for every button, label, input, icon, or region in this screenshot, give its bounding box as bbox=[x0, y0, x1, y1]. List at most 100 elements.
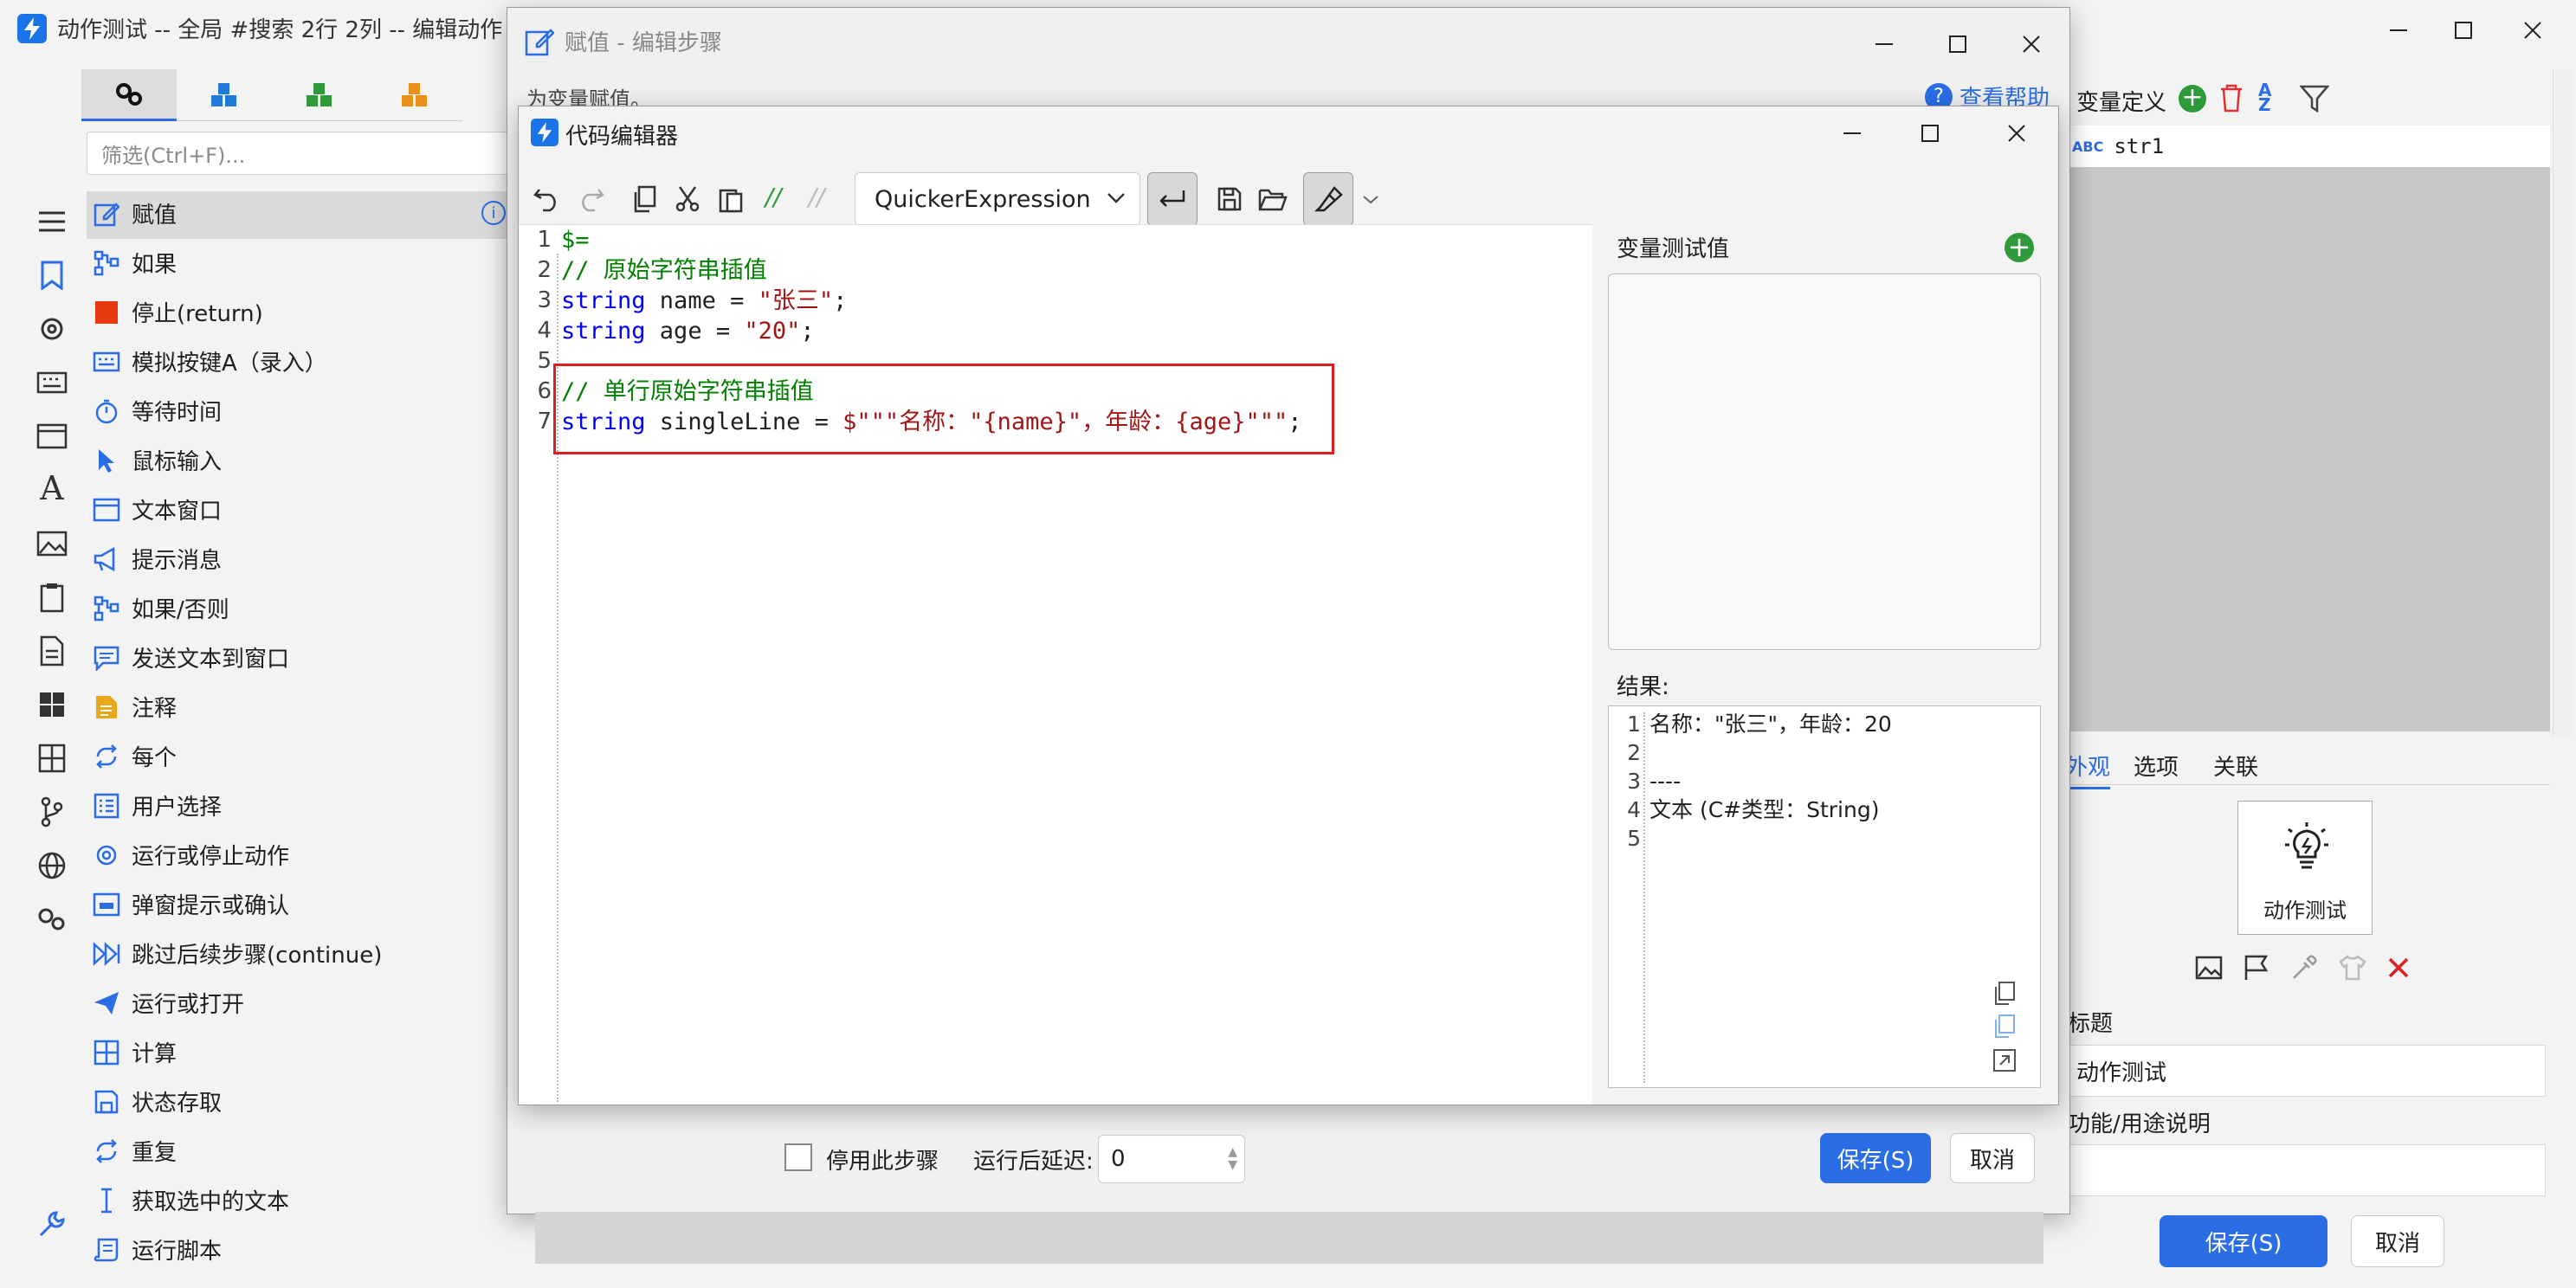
line-number: 3 bbox=[537, 287, 552, 313]
test-values-box[interactable] bbox=[1608, 274, 2041, 650]
editor-maximize-button[interactable] bbox=[1904, 110, 1956, 157]
cubes-blue-tab[interactable] bbox=[177, 69, 272, 121]
step-item[interactable]: 重复 bbox=[92, 1126, 507, 1175]
step-item[interactable]: 每个 bbox=[92, 731, 507, 781]
language-select[interactable]: QuickerExpression bbox=[855, 172, 1140, 226]
redo-icon[interactable] bbox=[569, 172, 612, 226]
skip-icon bbox=[92, 939, 121, 969]
step-item[interactable]: 弹窗提示或确认 bbox=[92, 879, 507, 929]
gears-tab[interactable] bbox=[81, 69, 177, 121]
save-file-icon[interactable] bbox=[1208, 172, 1251, 226]
add-var-icon[interactable]: + bbox=[2179, 85, 2206, 113]
open-folder-icon[interactable] bbox=[1251, 172, 1294, 226]
clear-icon[interactable] bbox=[2386, 956, 2411, 980]
color-picker-icon[interactable] bbox=[2290, 954, 2318, 982]
step-item-label: 计算 bbox=[132, 1041, 178, 1067]
var-row[interactable]: ABC str1 bbox=[2065, 126, 2550, 167]
editor-close-button[interactable] bbox=[1991, 110, 2043, 157]
copy-result-icon[interactable] bbox=[1992, 981, 2017, 1007]
step-minimize-button[interactable] bbox=[1858, 20, 1910, 68]
image-picker-icon[interactable] bbox=[2195, 956, 2223, 980]
tab-association[interactable]: 关联 bbox=[2213, 750, 2258, 782]
step-item-label: 状态存取 bbox=[132, 1091, 223, 1117]
copy-alt-icon[interactable] bbox=[1992, 1014, 2017, 1040]
main-save-button[interactable]: 保存(S) bbox=[2160, 1215, 2327, 1267]
word-wrap-toggle[interactable] bbox=[1147, 172, 1198, 226]
toolbox-tabs bbox=[81, 69, 462, 121]
step-item-label: 文本窗口 bbox=[132, 499, 223, 525]
note-icon bbox=[92, 692, 121, 722]
step-item[interactable]: 运行或停止动作 bbox=[92, 830, 507, 879]
more-chevron-icon[interactable] bbox=[1362, 193, 1379, 205]
cubes-orange-tab[interactable] bbox=[367, 69, 462, 121]
code-token: "20" bbox=[744, 318, 801, 345]
delete-var-icon[interactable] bbox=[2218, 83, 2244, 113]
step-save-button[interactable]: 保存(S) bbox=[1820, 1133, 1931, 1183]
main-window-title: 动作测试 -- 全局 #搜索 2行 2列 -- 编辑动作 bbox=[57, 17, 503, 43]
step-item[interactable]: 提示消息 bbox=[92, 534, 507, 583]
code-token: age = bbox=[645, 318, 745, 345]
disable-step-checkbox[interactable] bbox=[784, 1143, 812, 1171]
flag-icon[interactable] bbox=[2243, 954, 2270, 982]
info-icon[interactable]: i bbox=[481, 201, 506, 225]
uncomment-button[interactable]: // bbox=[797, 183, 836, 211]
desc-input[interactable] bbox=[2065, 1144, 2546, 1196]
step-item[interactable]: 发送文本到窗口 bbox=[92, 633, 507, 682]
step-item[interactable]: 运行或打开 bbox=[92, 978, 507, 1027]
step-item[interactable]: 鼠标输入 bbox=[92, 435, 507, 485]
result-gutter-divider bbox=[1643, 712, 1645, 1083]
result-box[interactable] bbox=[1608, 705, 2041, 1088]
sort-az-icon[interactable]: AZ bbox=[2258, 81, 2271, 113]
step-item[interactable]: 获取选中的文本 bbox=[92, 1175, 507, 1225]
step-item[interactable]: 如果 bbox=[92, 238, 507, 287]
undo-icon[interactable] bbox=[526, 172, 569, 226]
var-panel-title: 变量定义 bbox=[2076, 90, 2167, 116]
step-item[interactable]: 用户选择 bbox=[92, 781, 507, 830]
step-item[interactable]: 注释 bbox=[92, 682, 507, 731]
step-item[interactable]: 停止(return) bbox=[92, 287, 507, 337]
delay-input[interactable]: 0 ▲ ▼ bbox=[1098, 1135, 1245, 1183]
line-number: 6 bbox=[537, 378, 552, 404]
step-cancel-button[interactable]: 取消 bbox=[1950, 1133, 2035, 1183]
window-icon bbox=[92, 495, 121, 525]
main-maximize-button[interactable] bbox=[2437, 9, 2489, 52]
title-input[interactable]: 动作测试 bbox=[2065, 1045, 2546, 1097]
timer-icon bbox=[92, 396, 121, 426]
editor-minimize-button[interactable] bbox=[1826, 110, 1878, 157]
step-close-button[interactable] bbox=[2005, 20, 2057, 68]
tab-options[interactable]: 选项 bbox=[2134, 750, 2179, 782]
code-token: singleLine = bbox=[645, 409, 843, 435]
step-item[interactable]: 跳过后续步骤(continue) bbox=[92, 929, 507, 978]
step-item[interactable]: 赋值 bbox=[92, 189, 507, 238]
cubes-green-tab[interactable] bbox=[272, 69, 367, 121]
step-item-label: 鼠标输入 bbox=[132, 449, 223, 475]
var-scrollbar[interactable] bbox=[2553, 69, 2572, 736]
paste-icon[interactable] bbox=[709, 172, 752, 226]
spin-arrows-icon[interactable]: ▲ ▼ bbox=[1228, 1146, 1237, 1172]
main-minimize-button[interactable] bbox=[2373, 9, 2424, 52]
highlight-toggle[interactable] bbox=[1303, 172, 1353, 226]
step-maximize-button[interactable] bbox=[1932, 20, 1984, 68]
add-test-value-icon[interactable]: + bbox=[2005, 233, 2034, 262]
step-item[interactable]: 运行脚本 bbox=[92, 1225, 507, 1274]
step-item[interactable]: 模拟按键A（录入） bbox=[92, 337, 507, 386]
code-token: string bbox=[561, 409, 646, 435]
comment-button[interactable]: // bbox=[754, 183, 792, 211]
cut-icon[interactable] bbox=[666, 172, 709, 226]
open-external-icon[interactable] bbox=[1992, 1048, 2017, 1072]
shirt-icon[interactable] bbox=[2338, 954, 2367, 982]
copy-icon[interactable] bbox=[623, 172, 666, 226]
code-area[interactable] bbox=[519, 224, 1592, 1104]
loop-icon bbox=[92, 742, 121, 771]
code-line: string age = "20"; bbox=[561, 316, 815, 346]
step-item[interactable]: 如果/否则 bbox=[92, 583, 507, 633]
action-icon-button[interactable]: 动作测试 bbox=[2237, 801, 2373, 935]
step-item[interactable]: 等待时间 bbox=[92, 386, 507, 435]
filter-icon[interactable] bbox=[2300, 85, 2329, 113]
main-close-button[interactable] bbox=[2507, 9, 2559, 52]
step-item[interactable]: 计算 bbox=[92, 1027, 507, 1077]
main-cancel-button[interactable]: 取消 bbox=[2351, 1215, 2444, 1267]
filter-input[interactable]: 筛选(Ctrl+F)... bbox=[87, 132, 520, 175]
step-item[interactable]: 状态存取 bbox=[92, 1077, 507, 1126]
step-item[interactable]: 文本窗口 bbox=[92, 485, 507, 534]
